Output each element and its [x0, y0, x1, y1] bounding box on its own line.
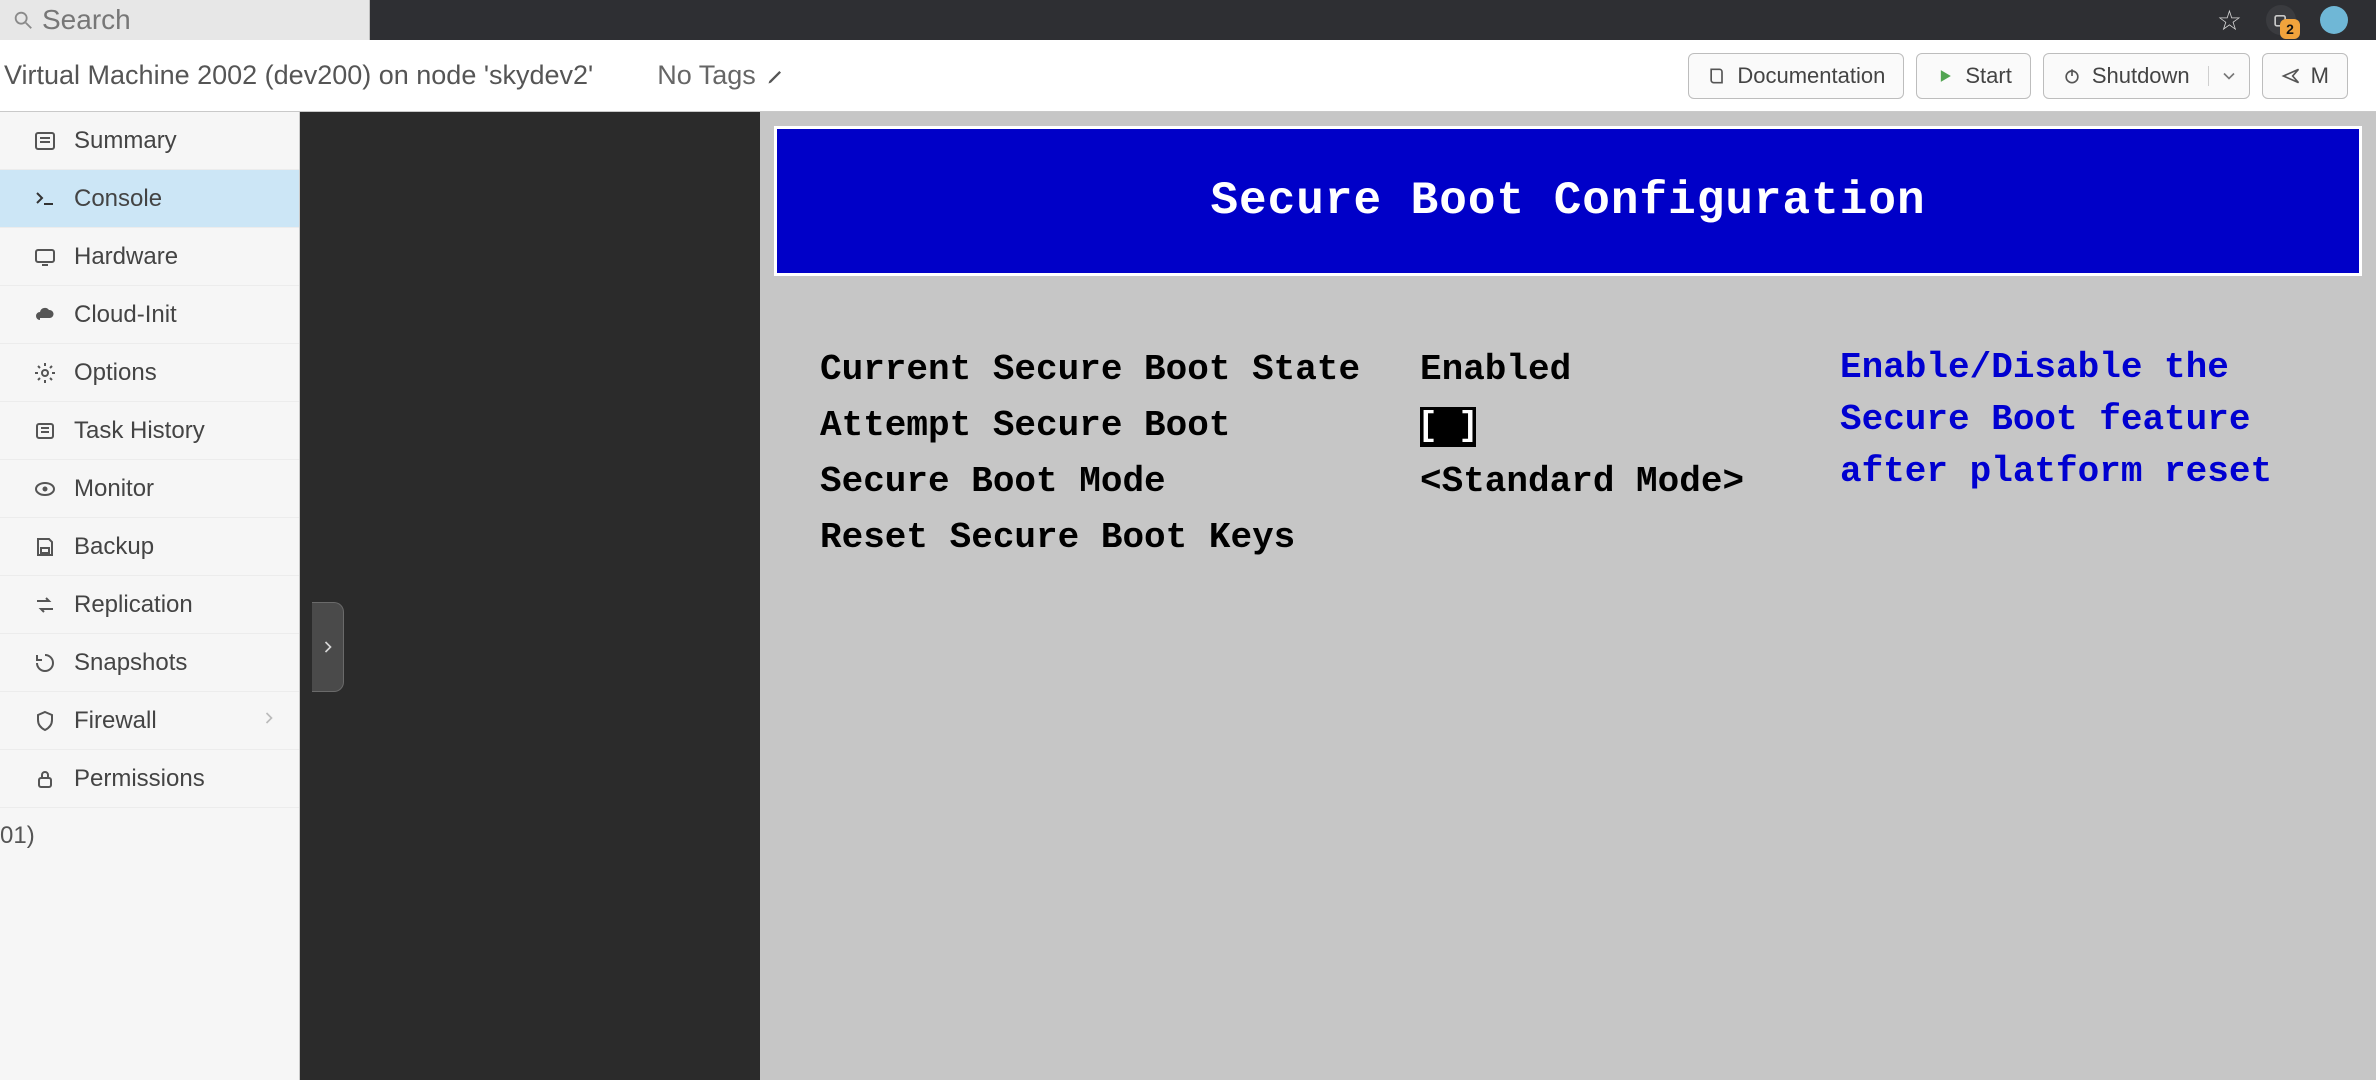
sidebar-item-monitor[interactable]: Monitor — [0, 460, 299, 518]
sidebar-item-label: Hardware — [74, 243, 178, 271]
bios-row-value[interactable]: <Standard Mode> — [1420, 454, 1840, 510]
sidebar-item-permissions[interactable]: Permissions — [0, 750, 299, 808]
bios-help-line: after platform reset — [1840, 446, 2346, 498]
sidebar-item-label: Summary — [74, 127, 177, 155]
sidebar-item-label: Task History — [74, 417, 205, 445]
extensions-button[interactable]: 2 — [2266, 5, 2296, 35]
sidebar-item-label: Firewall — [74, 707, 157, 735]
sidebar-item-label: Monitor — [74, 475, 154, 503]
vm-sidebar: Summary Console Hardware Cloud-Init Opti… — [0, 112, 300, 1080]
floppy-icon — [32, 534, 58, 560]
search-icon — [12, 9, 34, 31]
list-icon — [32, 128, 58, 154]
lock-icon — [32, 766, 58, 792]
shutdown-label: Shutdown — [2092, 63, 2190, 89]
sidebar-item-cloud-init[interactable]: Cloud-Init — [0, 286, 299, 344]
bios-body: Current Secure Boot State Attempt Secure… — [760, 302, 2376, 1080]
bios-row-label[interactable]: Attempt Secure Boot — [820, 398, 1420, 454]
more-button-cut[interactable]: M — [2262, 53, 2348, 99]
console-area[interactable]: Secure Boot Configuration Current Secure… — [300, 112, 2376, 1080]
shield-icon — [32, 708, 58, 734]
sidebar-item-task-history[interactable]: Task History — [0, 402, 299, 460]
play-icon — [1935, 66, 1955, 86]
history-icon — [32, 650, 58, 676]
page-title: Virtual Machine 2002 (dev200) on node 's… — [0, 60, 593, 91]
bios-labels: Current Secure Boot State Attempt Secure… — [820, 342, 1420, 1080]
more-label-cut: M — [2311, 63, 2329, 89]
tree-stub-label: 01) — [0, 822, 35, 850]
shutdown-button[interactable]: Shutdown — [2043, 53, 2250, 99]
browser-search-input[interactable]: Search — [0, 0, 370, 40]
tasks-icon — [32, 418, 58, 444]
bios-row-label[interactable]: Secure Boot Mode — [820, 454, 1420, 510]
sidebar-item-label: Permissions — [74, 765, 205, 793]
bios-title: Secure Boot Configuration — [1210, 175, 1925, 227]
book-icon — [1707, 66, 1727, 86]
bios-screen[interactable]: Secure Boot Configuration Current Secure… — [760, 112, 2376, 1080]
bios-row-label[interactable]: Reset Secure Boot Keys — [820, 510, 1420, 566]
sidebar-item-replication[interactable]: Replication — [0, 576, 299, 634]
chevron-right-icon — [318, 637, 338, 657]
sidebar-item-console[interactable]: Console — [0, 170, 299, 228]
bios-help-line: Secure Boot feature — [1840, 394, 2346, 446]
start-label: Start — [1965, 63, 2011, 89]
tags-area[interactable]: No Tags — [657, 60, 786, 91]
sidebar-item-snapshots[interactable]: Snapshots — [0, 634, 299, 692]
bios-row-value: Enabled — [1420, 342, 1840, 398]
novnc-panel-handle[interactable] — [312, 602, 344, 692]
sidebar-item-label: Backup — [74, 533, 154, 561]
browser-search-placeholder: Search — [42, 4, 131, 36]
sidebar-item-options[interactable]: Options — [0, 344, 299, 402]
send-icon — [2281, 66, 2301, 86]
sidebar-item-firewall[interactable]: Firewall — [0, 692, 299, 750]
header-actions: Documentation Start Shutdown M — [1688, 53, 2348, 99]
start-button[interactable]: Start — [1916, 53, 2030, 99]
extensions-badge: 2 — [2280, 19, 2300, 39]
sidebar-item-hardware[interactable]: Hardware — [0, 228, 299, 286]
bookmark-star-icon[interactable]: ☆ — [2217, 4, 2242, 37]
chevron-down-icon — [2219, 66, 2239, 86]
bios-values: Enabled [ ] <Standard Mode> — [1420, 342, 1840, 1080]
sidebar-item-backup[interactable]: Backup — [0, 518, 299, 576]
sidebar-item-summary[interactable]: Summary — [0, 112, 299, 170]
eye-icon — [32, 476, 58, 502]
sidebar-item-label: Replication — [74, 591, 193, 619]
browser-top-bar: Search ☆ 2 — [0, 0, 2376, 40]
chevron-right-icon — [259, 707, 279, 735]
sidebar-item-label: Options — [74, 359, 157, 387]
sidebar-item-label: Console — [74, 185, 162, 213]
bios-checkbox[interactable]: [ ] — [1420, 407, 1476, 447]
documentation-button[interactable]: Documentation — [1688, 53, 1904, 99]
documentation-label: Documentation — [1737, 63, 1885, 89]
bios-title-bar: Secure Boot Configuration — [774, 126, 2362, 276]
bios-help-line: Enable/Disable the — [1840, 342, 2346, 394]
profile-avatar-icon[interactable] — [2320, 6, 2348, 34]
gear-icon — [32, 360, 58, 386]
monitor-icon — [32, 244, 58, 270]
bios-help-pane: Enable/Disable the Secure Boot feature a… — [1840, 342, 2346, 1080]
sidebar-item-label: Snapshots — [74, 649, 187, 677]
bios-row-value[interactable]: [ ] — [1420, 398, 1840, 454]
bios-row-label: Current Secure Boot State — [820, 342, 1420, 398]
arrows-icon — [32, 592, 58, 618]
sidebar-item-label: Cloud-Init — [74, 301, 177, 329]
no-tags-label: No Tags — [657, 60, 756, 91]
edit-tags-icon[interactable] — [766, 66, 786, 86]
content-header: Virtual Machine 2002 (dev200) on node 's… — [0, 40, 2376, 112]
shutdown-caret[interactable] — [2208, 66, 2239, 86]
cloud-icon — [32, 302, 58, 328]
power-icon — [2062, 66, 2082, 86]
terminal-icon — [32, 186, 58, 212]
